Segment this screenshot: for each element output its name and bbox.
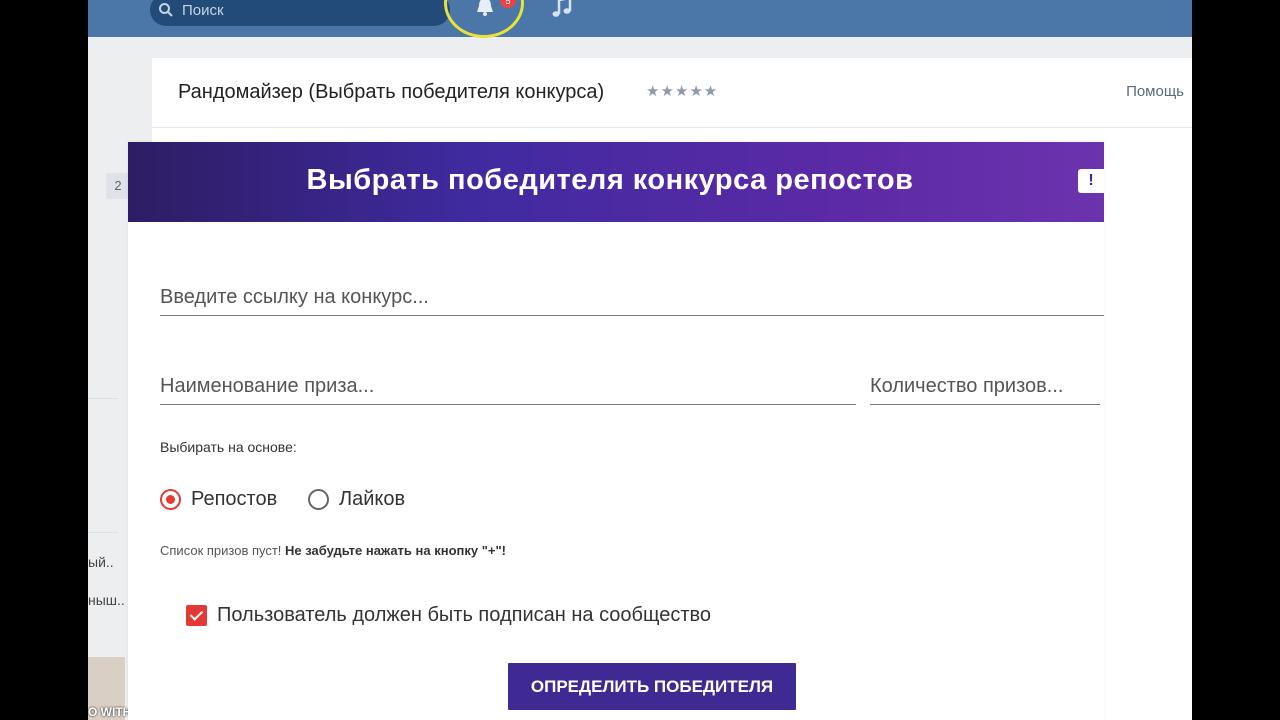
radio-label: Лайков [339, 488, 406, 510]
search-icon [159, 3, 173, 17]
sidebar-snippet[interactable]: ныш.. [88, 592, 125, 608]
divider [88, 398, 118, 399]
banner-title: Выбрать победителя конкурса репостов [306, 164, 914, 196]
top-navigation-bar: 5 [88, 0, 1192, 38]
radio-reposts[interactable]: Репостов [160, 488, 277, 511]
radio-unchecked-icon [308, 489, 329, 510]
help-link[interactable]: Помощь [1126, 83, 1184, 100]
contest-link-input[interactable] [160, 284, 1104, 316]
prize-name-input[interactable] [160, 373, 856, 405]
subscription-checkbox[interactable]: Пользователь должен быть подписан на соо… [186, 604, 711, 627]
determine-winner-button[interactable]: Определить победителя [508, 663, 796, 710]
feedback-button[interactable]: ! [1078, 169, 1104, 193]
prize-note-hint: Не забудьте нажать на кнопку "+"! [285, 543, 506, 558]
prize-count-input[interactable] [870, 373, 1100, 405]
search-box[interactable] [150, 0, 450, 26]
music-icon[interactable] [550, 0, 574, 20]
counter-badge[interactable]: 2 [106, 173, 130, 199]
basis-label: Выбирать на основе: [160, 439, 297, 455]
sidebar-snippet[interactable]: ый.. [88, 554, 114, 570]
prize-list-note: Список призов пуст! Не забудьте нажать н… [160, 543, 506, 558]
radio-likes[interactable]: Лайков [308, 488, 405, 511]
rating-stars[interactable]: ★★★★★ [646, 82, 718, 100]
checkbox-checked-icon [186, 605, 207, 626]
app-header: Рандомайзер (Выбрать победителя конкурса… [152, 58, 1192, 128]
notifications-bell-icon[interactable] [474, 0, 496, 18]
divider [88, 532, 118, 533]
app-title: Рандомайзер (Выбрать победителя конкурса… [178, 81, 605, 103]
banner: Выбрать победителя конкурса репостов ! [128, 142, 1104, 222]
checkbox-label: Пользователь должен быть подписан на соо… [217, 604, 712, 626]
search-input[interactable] [182, 1, 422, 19]
radio-checked-icon [160, 489, 181, 510]
prize-note-text: Список призов пуст! [160, 543, 286, 558]
randomizer-card: Выбрать победителя конкурса репостов ! В… [128, 142, 1104, 720]
radio-label: Репостов [191, 488, 278, 510]
